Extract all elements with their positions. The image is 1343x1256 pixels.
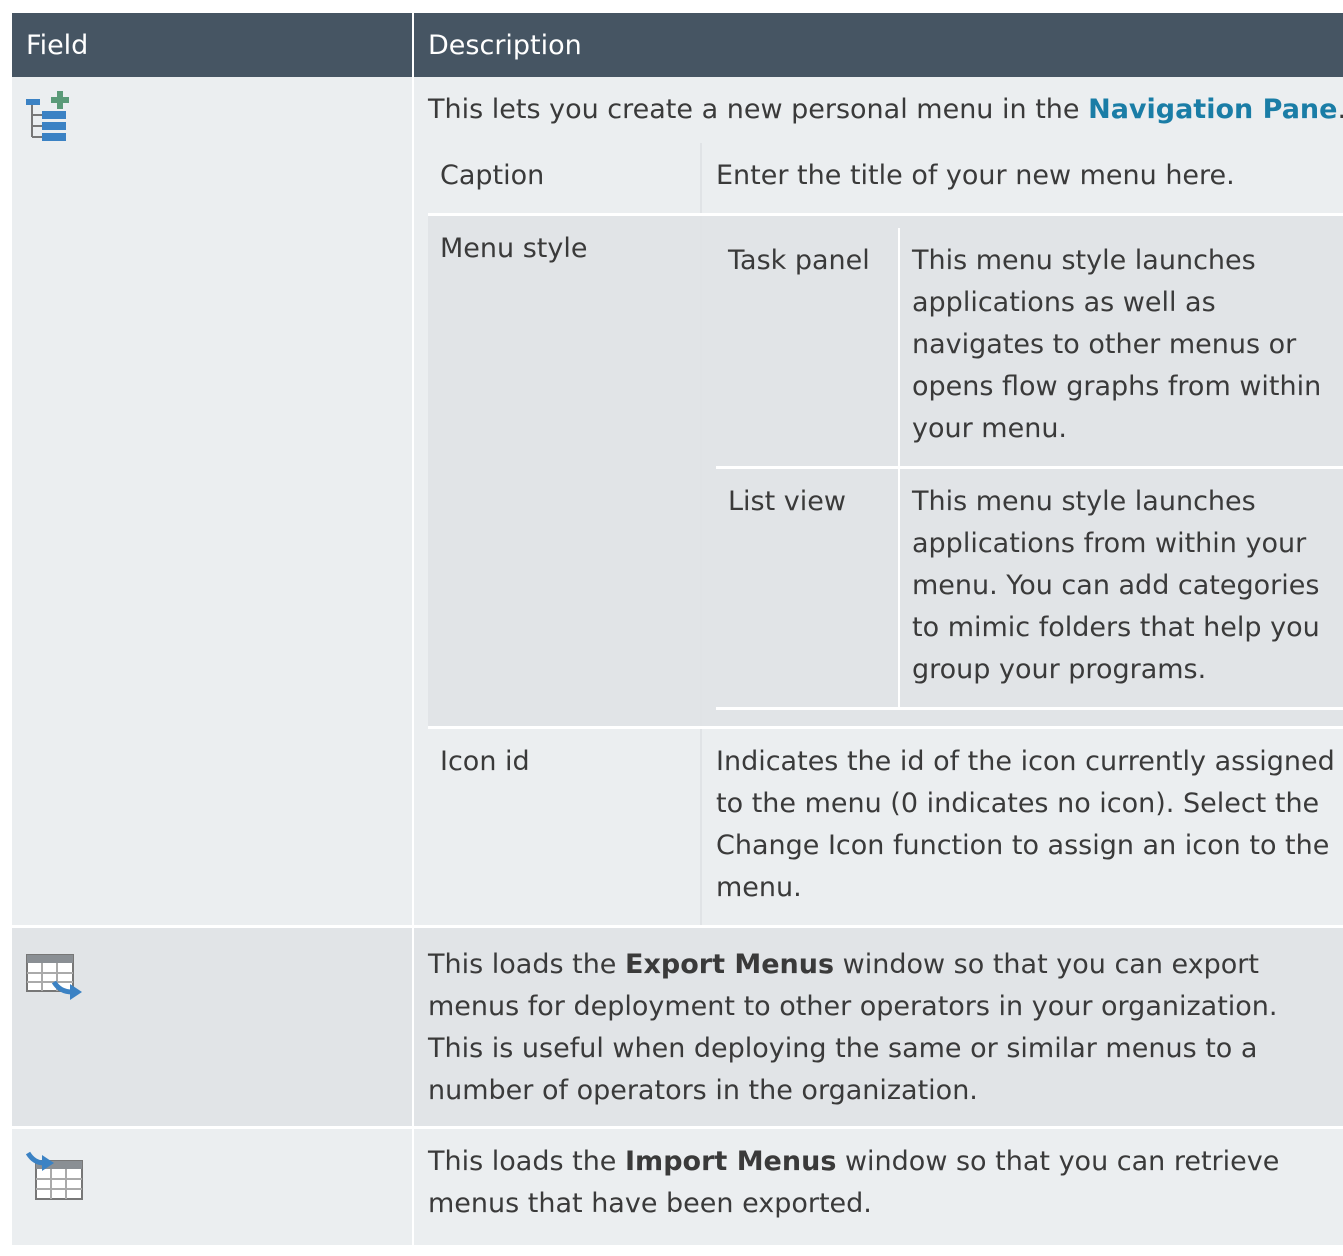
icon-id-desc: Indicates the id of the icon currently a…	[716, 746, 1335, 903]
new-menu-field-table: Caption Enter the title of your new menu…	[428, 143, 1343, 925]
list-view-label: List view	[716, 469, 900, 710]
help-page: Field Description This lets you create a…	[12, 13, 1343, 1248]
import-text-before: This loads the	[428, 1146, 626, 1177]
description-cell: This loads the Export Menus window so th…	[413, 926, 1343, 1129]
menu-style-desc: Task panel This menu style launches appl…	[701, 214, 1343, 729]
import-menus-icon	[26, 1151, 412, 1203]
description-cell: This loads the Import Menus window so th…	[413, 1127, 1343, 1248]
new-menu-intro: This lets you create a new personal menu…	[428, 89, 1343, 131]
sub-row-icon-id: Icon id Indicates the id of the icon cur…	[428, 727, 1343, 925]
sub-row-caption: Caption Enter the title of your new menu…	[428, 143, 1343, 216]
table-row-import-menus: This loads the Import Menus window so th…	[12, 1127, 1343, 1248]
description-cell: This lets you create a new personal menu…	[413, 77, 1343, 928]
field-cell	[12, 926, 414, 1129]
field-cell	[12, 77, 414, 928]
caption-desc: Enter the title of your new menu here.	[701, 143, 1343, 216]
import-menus-window-name: Import Menus	[625, 1146, 837, 1177]
field-cell	[12, 1127, 414, 1248]
intro-text: This lets you create a new personal menu…	[428, 94, 1089, 125]
field-description-table: Field Description This lets you create a…	[12, 13, 1343, 1248]
sub-row-menu-style: Menu style Task panel This menu style la…	[428, 214, 1343, 729]
new-menu-icon	[26, 91, 412, 143]
list-view-desc: This menu style launches applications fr…	[900, 469, 1343, 710]
task-panel-desc: This menu style launches applications as…	[900, 228, 1343, 469]
caption-label: Caption	[428, 143, 702, 216]
table-header-row: Field Description	[12, 13, 1343, 77]
table-row-new-menu: This lets you create a new personal menu…	[12, 77, 1343, 928]
export-menus-icon	[26, 954, 412, 1004]
menu-style-row-task-panel: Task panel This menu style launches appl…	[716, 228, 1343, 469]
intro-period: .	[1337, 94, 1343, 125]
export-menus-window-name: Export Menus	[625, 949, 835, 980]
menu-style-row-list-view: List view This menu style launches appli…	[716, 469, 1343, 710]
menu-style-options-table: Task panel This menu style launches appl…	[716, 228, 1343, 710]
menu-style-label: Menu style	[428, 214, 702, 729]
export-text-before: This loads the	[428, 949, 626, 980]
navigation-pane-link[interactable]: Navigation Pane	[1088, 94, 1337, 125]
description-column-header: Description	[413, 13, 1343, 77]
table-row-export-menus: This loads the Export Menus window so th…	[12, 926, 1343, 1129]
icon-id-label: Icon id	[428, 727, 702, 925]
field-column-header: Field	[12, 13, 414, 77]
task-panel-label: Task panel	[716, 228, 900, 469]
